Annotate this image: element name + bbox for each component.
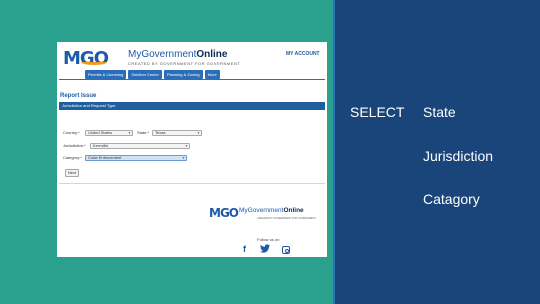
chevron-down-icon: ▼ xyxy=(182,156,185,160)
next-button[interactable]: Next xyxy=(65,169,79,177)
chevron-down-icon: ▼ xyxy=(128,131,131,135)
header-divider xyxy=(59,79,325,80)
nav-more[interactable]: More xyxy=(204,70,220,79)
panel-item-jurisdiction: Jurisdiction xyxy=(423,148,494,164)
section-header-bar: Jurisdiction and Request Type xyxy=(59,102,325,110)
chevron-down-icon: ▼ xyxy=(197,131,200,135)
country-select[interactable]: United States ▼ xyxy=(85,130,133,136)
footer-logo[interactable]: MGOMyGovernmentOnline CREATED BY GOVERNM… xyxy=(209,206,316,224)
jurisdiction-select[interactable]: Kernville ▼ xyxy=(90,143,190,149)
logo-swoosh xyxy=(81,59,107,65)
brand-name: MyGovernmentOnline xyxy=(128,49,228,60)
facebook-icon[interactable]: f xyxy=(243,244,246,254)
screenshot-frame: MGO MyGovernmentOnline CREATED BY GOVERN… xyxy=(57,42,327,257)
category-label: Category:* xyxy=(63,155,82,160)
report-form: Country:* United States ▼ State:* Texas ▼ … xyxy=(59,110,325,184)
follow-us-label: Follow us on xyxy=(257,237,280,242)
instagram-icon[interactable] xyxy=(282,246,290,254)
category-select[interactable]: Code Enforcement ▼ xyxy=(85,155,187,161)
country-label: Country:* xyxy=(63,130,80,135)
my-account-link[interactable]: MY ACCOUNT xyxy=(286,51,320,57)
nav-permits-licensing[interactable]: Permits & Licensing xyxy=(85,70,127,79)
page-title: Report Issue xyxy=(60,93,97,99)
nav-planning-zoning[interactable]: Planning & Zoning xyxy=(163,70,203,79)
jurisdiction-label: Jurisdiction:* xyxy=(63,143,86,148)
panel-item-state: State xyxy=(423,104,456,120)
instruction-panel: SELECT State Jurisdiction Catagory xyxy=(333,0,540,304)
twitter-icon[interactable] xyxy=(260,244,270,255)
brand-tagline: CREATED BY GOVERNMENT FOR GOVERNMENT xyxy=(128,61,241,66)
chevron-down-icon: ▼ xyxy=(185,144,188,148)
main-nav: Permits & Licensing Solution Center Plan… xyxy=(85,70,220,79)
panel-item-category: Catagory xyxy=(423,191,480,207)
state-label: State:* xyxy=(137,130,150,135)
mgo-logo[interactable]: MGO xyxy=(63,49,109,69)
nav-solution-center[interactable]: Solution Center xyxy=(128,70,162,79)
state-select[interactable]: Texas ▼ xyxy=(152,130,202,136)
select-heading: SELECT xyxy=(350,104,405,120)
